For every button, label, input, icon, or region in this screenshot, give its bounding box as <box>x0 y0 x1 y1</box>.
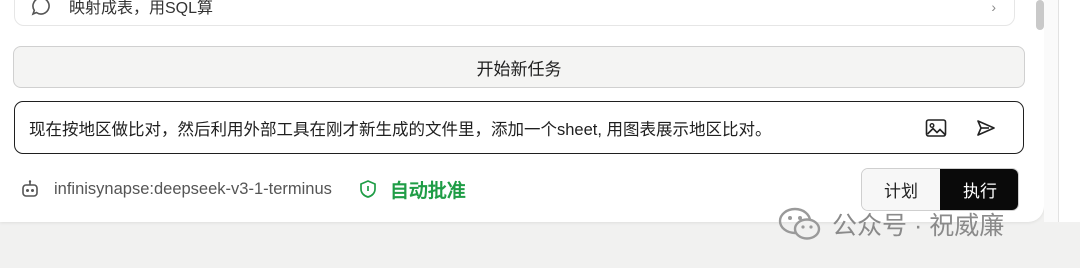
image-icon[interactable] <box>925 118 947 138</box>
model-name[interactable]: infinisynapse:deepseek-v3-1-terminus <box>54 180 332 199</box>
prompt-input-text[interactable]: 现在按地区做比对，然后利用外部工具在刚才新生成的文件里，添加一个sheet, 用… <box>29 116 772 140</box>
previous-task-text: 映射成表，用SQL算 <box>69 0 214 17</box>
prompt-input[interactable]: 现在按地区做比对，然后利用外部工具在刚才新生成的文件里，添加一个sheet, 用… <box>14 101 1024 154</box>
scrollbar-thumb[interactable] <box>1036 0 1044 30</box>
robot-icon <box>20 179 40 199</box>
watermark: 公众号 · 祝威廉 <box>778 204 1004 244</box>
scrollbar-track[interactable] <box>1044 0 1058 222</box>
wechat-icon <box>778 206 822 242</box>
shield-icon <box>358 179 378 199</box>
chat-panel: 映射成表，用SQL算 › 开始新任务 现在按地区做比对，然后利用外部工具在刚才新… <box>0 0 1044 222</box>
chat-bubble-icon <box>31 0 51 16</box>
previous-task-item[interactable]: 映射成表，用SQL算 › <box>14 0 1015 26</box>
right-side-panel <box>1058 0 1080 222</box>
auto-approve-label[interactable]: 自动批准 <box>390 176 466 203</box>
model-status-row: infinisynapse:deepseek-v3-1-terminus 自动批… <box>20 176 466 202</box>
new-task-button[interactable]: 开始新任务 <box>13 46 1025 88</box>
chevron-right-icon: › <box>991 0 996 15</box>
send-icon[interactable] <box>975 118 997 138</box>
watermark-text: 公众号 · 祝威廉 <box>832 212 1005 240</box>
